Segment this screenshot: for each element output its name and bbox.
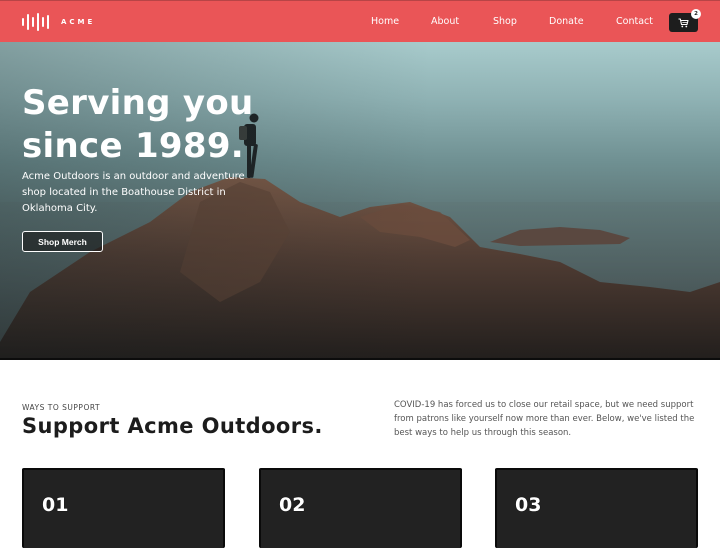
- nav-link-contact[interactable]: Contact: [616, 16, 653, 27]
- card-number: 03: [515, 494, 542, 516]
- section-eyebrow: WAYS TO SUPPORT: [22, 403, 101, 412]
- support-card-1[interactable]: 01: [22, 468, 225, 548]
- nav-link-donate[interactable]: Donate: [549, 16, 584, 27]
- card-number: 01: [42, 494, 69, 516]
- section-title: Support Acme Outdoors.: [22, 414, 323, 438]
- nav-link-home[interactable]: Home: [371, 16, 399, 27]
- top-navbar: ACME Home About Shop Donate Contact 2: [0, 0, 720, 42]
- hero-description: Acme Outdoors is an outdoor and adventur…: [22, 171, 245, 214]
- brand-name: ACME: [61, 18, 96, 26]
- hero-title: Serving you since 1989.: [22, 82, 254, 168]
- support-card-3[interactable]: 03: [495, 468, 698, 548]
- section-description: COVID-19 has forced us to close our reta…: [394, 400, 695, 438]
- support-card-2[interactable]: 02: [259, 468, 462, 548]
- hero-title-line-1: Serving you: [22, 83, 254, 123]
- shop-merch-button[interactable]: Shop Merch: [22, 231, 103, 252]
- nav-link-shop[interactable]: Shop: [493, 16, 517, 27]
- soundwave-logo-icon: [22, 13, 49, 31]
- card-number: 02: [279, 494, 306, 516]
- cart-icon: [678, 17, 689, 27]
- cart-count-badge: 2: [691, 9, 701, 19]
- hero-bottom-border: [0, 358, 720, 360]
- brand-logo[interactable]: ACME: [22, 13, 95, 31]
- hero-title-line-2: since 1989.: [22, 126, 244, 166]
- nav-link-about[interactable]: About: [431, 16, 459, 27]
